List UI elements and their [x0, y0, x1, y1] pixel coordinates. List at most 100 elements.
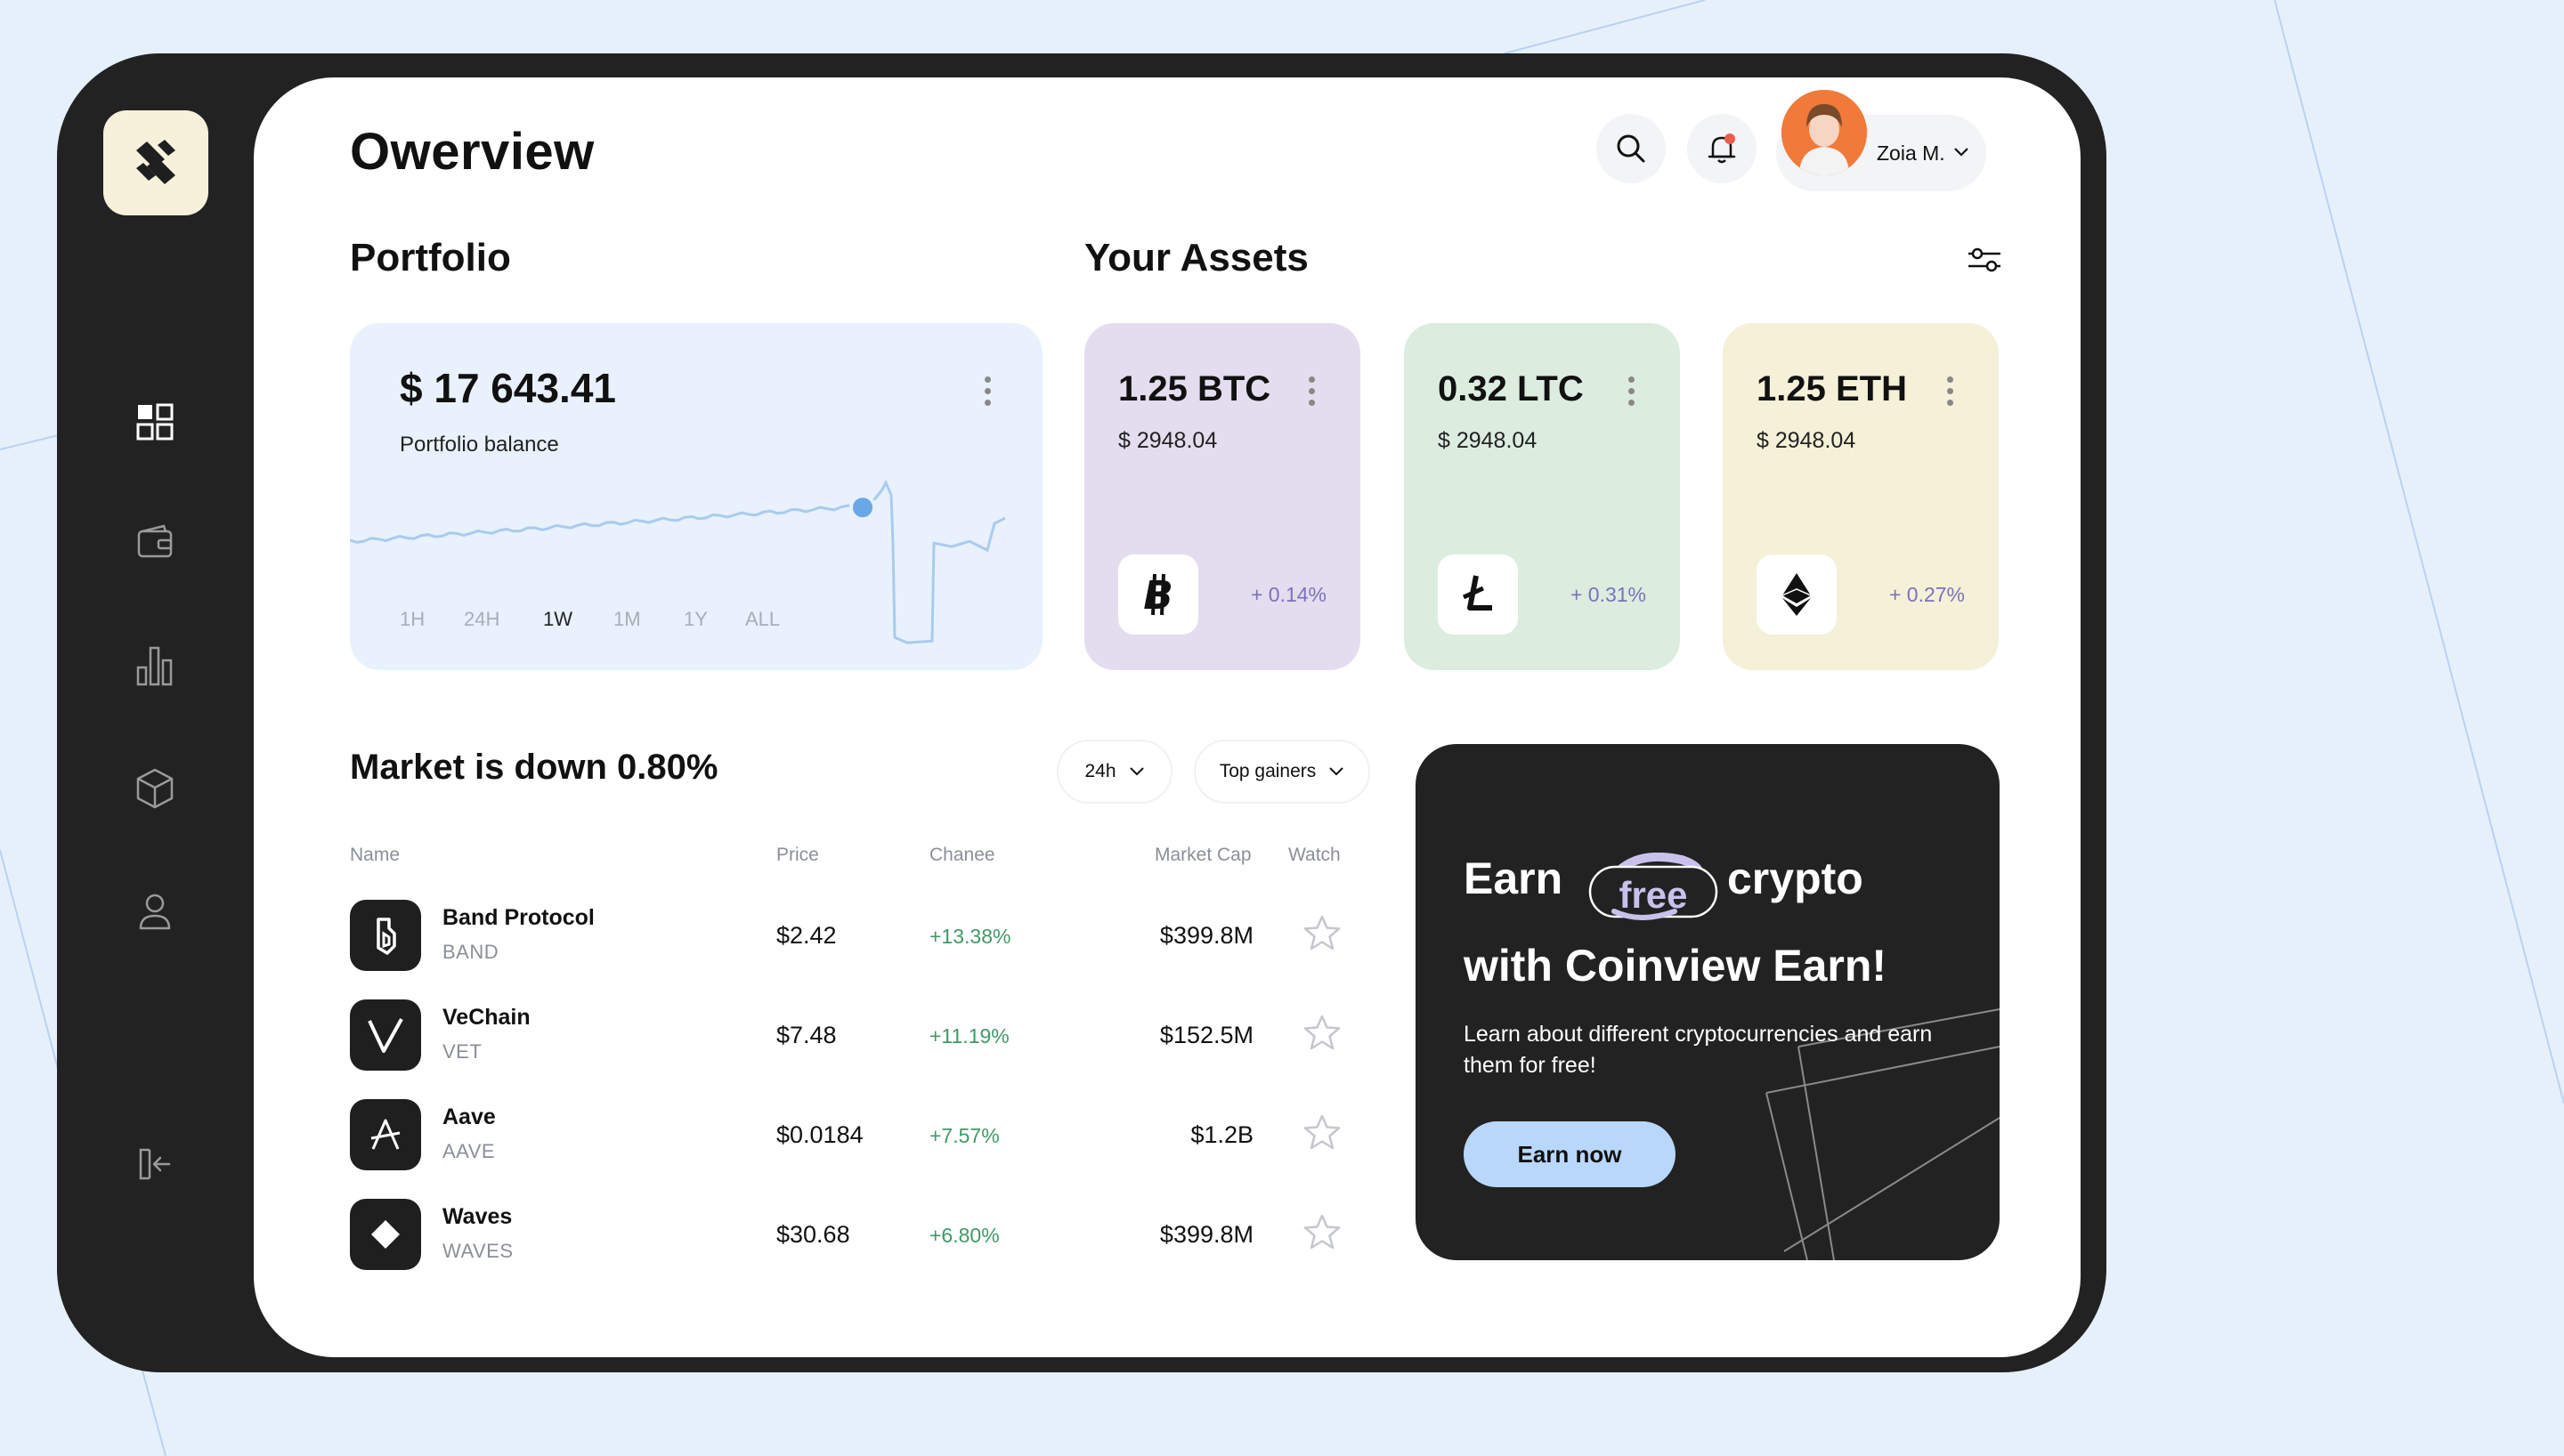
- column-header-price[interactable]: Price: [776, 845, 819, 866]
- vechain-icon: [368, 1018, 403, 1053]
- timeframe-1h[interactable]: 1H: [400, 608, 425, 631]
- bitcoin-icon: B: [1143, 573, 1173, 617]
- bell-icon: [1708, 133, 1736, 164]
- star-icon[interactable]: [1302, 914, 1342, 951]
- sidebar-item-statistics[interactable]: [132, 643, 178, 689]
- asset-usd-value: $ 2948.04: [1118, 428, 1218, 453]
- sort-filter-value: Top gainers: [1219, 761, 1317, 781]
- coin-price: $2.42: [776, 922, 837, 949]
- coin-name: Aave: [442, 1104, 496, 1129]
- earn-promo-card: Earn free crypto with Coinview Earn! Lea…: [1416, 744, 2000, 1260]
- table-row[interactable]: Band Protocol BAND $2.42 +13.38% $399.8M: [350, 900, 1356, 971]
- settings-sliders-icon[interactable]: [1967, 247, 2002, 273]
- coin-ticker: BAND: [442, 941, 499, 963]
- asset-change: + 0.27%: [1888, 583, 1965, 606]
- asset-usd-value: $ 2948.04: [1757, 428, 1856, 453]
- earn-now-button[interactable]: Earn now: [1464, 1121, 1676, 1187]
- free-badge: free: [1619, 874, 1688, 916]
- coin-change: +7.57%: [929, 1124, 1000, 1147]
- grid-icon: [136, 403, 174, 441]
- sidebar-item-products[interactable]: [132, 765, 178, 812]
- asset-menu-button[interactable]: [1627, 376, 1635, 406]
- star-icon[interactable]: [1302, 1014, 1342, 1051]
- coin-icon-badge: [350, 999, 421, 1071]
- timeframe-all[interactable]: ALL: [745, 608, 780, 631]
- portfolio-card: $ 17 643.41 Portfolio balance 1H 24H 1W …: [350, 323, 1043, 670]
- table-row[interactable]: VeChain VET $7.48 +11.19% $152.5M: [350, 999, 1356, 1071]
- timeframe-1w[interactable]: 1W: [543, 608, 572, 631]
- earn-description: Learn about different cryptocurrencies a…: [1464, 1022, 1933, 1078]
- bar-chart-icon: [136, 646, 173, 686]
- coin-market-cap: $152.5M: [1159, 1022, 1254, 1048]
- earn-heading-word2: crypto: [1727, 853, 1863, 903]
- timeframe-1y[interactable]: 1Y: [684, 608, 708, 631]
- sidebar-item-dashboard[interactable]: [132, 399, 178, 445]
- logout-icon: [139, 1148, 171, 1180]
- market-title: Market is down 0.80%: [350, 748, 718, 787]
- coin-icon-badge: [350, 900, 421, 971]
- waves-icon: [371, 1220, 400, 1249]
- asset-menu-button[interactable]: [1945, 376, 1954, 406]
- wallet-icon: [137, 524, 173, 558]
- asset-card-ltc[interactable]: 0.32 LTC $ 2948.04 + 0.31%: [1404, 323, 1680, 670]
- coin-change: +13.38%: [929, 925, 1011, 948]
- asset-card-eth[interactable]: 1.25 ETH $ 2948.04 + 0.27%: [1723, 323, 1999, 670]
- coin-price: $30.68: [776, 1221, 850, 1248]
- litecoin-icon: [1462, 575, 1492, 611]
- user-name: Zoia M.: [1877, 142, 1945, 165]
- coin-change: +6.80%: [929, 1224, 1000, 1247]
- table-row[interactable]: Aave AAVE $0.0184 +7.57% $1.2B: [350, 1099, 1356, 1170]
- table-row[interactable]: Waves WAVES $30.68 +6.80% $399.8M: [350, 1199, 1356, 1270]
- earn-heading-word1: Earn: [1464, 853, 1563, 903]
- app-logo[interactable]: [103, 110, 208, 215]
- star-icon[interactable]: [1302, 1113, 1342, 1151]
- column-header-change[interactable]: Chanee: [929, 845, 995, 866]
- period-filter-value: 24h: [1084, 761, 1116, 781]
- notifications-button[interactable]: [1687, 114, 1757, 183]
- coin-name: VeChain: [442, 1005, 531, 1030]
- column-header-name[interactable]: Name: [350, 845, 400, 866]
- ethereum-icon: [1781, 573, 1812, 616]
- timeframe-1m[interactable]: 1M: [613, 608, 641, 631]
- user-avatar-icon: [1781, 90, 1867, 175]
- star-icon[interactable]: [1302, 1213, 1342, 1250]
- coin-name: Band Protocol: [442, 905, 595, 930]
- coin-change: +11.19%: [929, 1024, 1010, 1048]
- sidebar-item-wallet[interactable]: [132, 520, 178, 566]
- asset-coin-badge: B: [1118, 554, 1198, 635]
- sidebar-item-profile[interactable]: [132, 888, 178, 934]
- search-button[interactable]: [1596, 114, 1666, 183]
- search-icon: [1617, 134, 1645, 163]
- aave-icon: [370, 1119, 401, 1150]
- asset-card-btc[interactable]: 1.25 BTC $ 2948.04 B + 0.14%: [1084, 323, 1360, 670]
- asset-usd-value: $ 2948.04: [1438, 428, 1538, 453]
- coin-icon-badge: [350, 1199, 421, 1270]
- coin-price: $7.48: [776, 1022, 837, 1048]
- coin-ticker: AAVE: [442, 1140, 496, 1162]
- coin-market-cap: $399.8M: [1159, 922, 1254, 949]
- user-icon: [139, 894, 171, 930]
- asset-amount: 1.25 ETH: [1757, 369, 1907, 408]
- asset-change: + 0.31%: [1570, 583, 1646, 606]
- sort-filter-dropdown[interactable]: Top gainers: [1194, 740, 1370, 804]
- sidebar-item-logout[interactable]: [132, 1141, 178, 1187]
- coin-market-cap: $399.8M: [1159, 1221, 1254, 1248]
- avatar[interactable]: [1781, 90, 1867, 175]
- coin-market-cap: $1.2B: [1190, 1121, 1254, 1148]
- column-header-watch[interactable]: Watch: [1288, 845, 1341, 866]
- chevron-down-icon[interactable]: [1952, 146, 1970, 158]
- asset-menu-button[interactable]: [1307, 376, 1316, 406]
- timeframe-24h[interactable]: 24H: [464, 608, 499, 631]
- column-header-market-cap[interactable]: Market Cap: [1155, 845, 1252, 866]
- period-filter-dropdown[interactable]: 24h: [1057, 740, 1172, 804]
- cube-icon: [136, 768, 174, 809]
- coin-name: Waves: [442, 1204, 513, 1229]
- coin-icon-badge: [350, 1099, 421, 1170]
- asset-coin-badge: [1438, 554, 1518, 635]
- coin-ticker: VET: [442, 1040, 483, 1063]
- portfolio-title: Portfolio: [350, 236, 511, 279]
- page-title: Owerview: [350, 123, 595, 181]
- earn-heading-line2: with Coinview Earn!: [1464, 941, 1887, 991]
- main-screen: Owerview Zoia M. Portfolio Your Assets $…: [254, 77, 2081, 1357]
- asset-change: + 0.14%: [1250, 583, 1327, 606]
